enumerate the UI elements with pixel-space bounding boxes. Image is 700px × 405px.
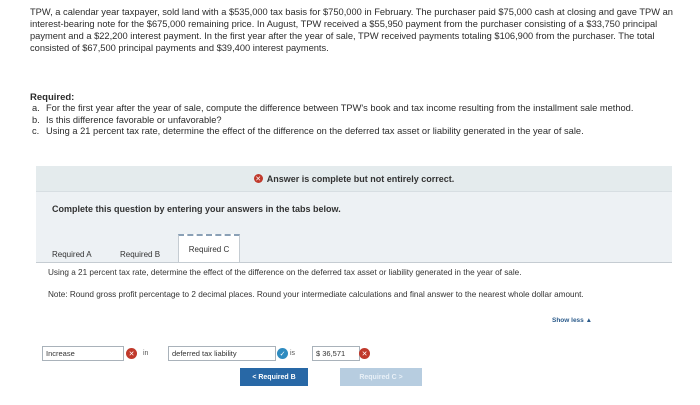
requirement-letter: a. — [32, 103, 40, 113]
requirement-a: a. For the first year after the year of … — [32, 103, 682, 115]
amount-input[interactable]: $ 36,571 — [312, 346, 360, 361]
show-less-link[interactable]: Show less ▲ — [552, 317, 592, 324]
problem-text: TPW, a calendar year taxpayer, sold land… — [30, 7, 673, 53]
incorrect-icon: ✕ — [126, 348, 137, 359]
note-text: Note: Round gross profit percentage to 2… — [48, 290, 584, 299]
tab-required-b[interactable]: Required B — [120, 246, 160, 262]
requirement-c: c. Using a 21 percent tax rate, determin… — [32, 126, 682, 138]
requirement-letter: b. — [32, 114, 40, 125]
account-select[interactable]: deferred tax liability — [168, 346, 276, 361]
instruction-text: Complete this question by entering your … — [52, 204, 341, 214]
error-icon: ✕ — [253, 174, 263, 183]
tab-required-c[interactable]: Required C — [178, 234, 240, 263]
requirement-b: b. Is this difference favorable or unfav… — [32, 115, 682, 127]
tab-required-a[interactable]: Required A — [52, 246, 92, 262]
next-required-c-button[interactable]: Required C > — [340, 368, 422, 386]
status-banner: ✕ Answer is complete but not entirely co… — [36, 166, 672, 192]
required-heading: Required: — [30, 92, 75, 103]
connector-in: in — [143, 350, 149, 357]
incorrect-icon: ✕ — [359, 348, 370, 359]
correct-icon: ✓ — [277, 348, 288, 359]
question-text: Using a 21 percent tax rate, determine t… — [48, 268, 522, 277]
effect-select[interactable]: Increase — [42, 346, 124, 361]
requirements-list: a. For the first year after the year of … — [32, 103, 682, 138]
requirement-text: For the first year after the year of sal… — [46, 103, 634, 113]
connector-is: is — [290, 350, 296, 357]
tab-label: Required C — [188, 245, 230, 254]
prev-required-b-button[interactable]: < Required B — [240, 368, 308, 386]
status-banner-text: Answer is complete but not entirely corr… — [266, 173, 455, 184]
requirement-letter: c. — [32, 126, 40, 136]
requirement-text: Using a 21 percent tax rate, determine t… — [46, 126, 584, 136]
requirement-text: Is this difference favorable or unfavora… — [46, 114, 222, 125]
